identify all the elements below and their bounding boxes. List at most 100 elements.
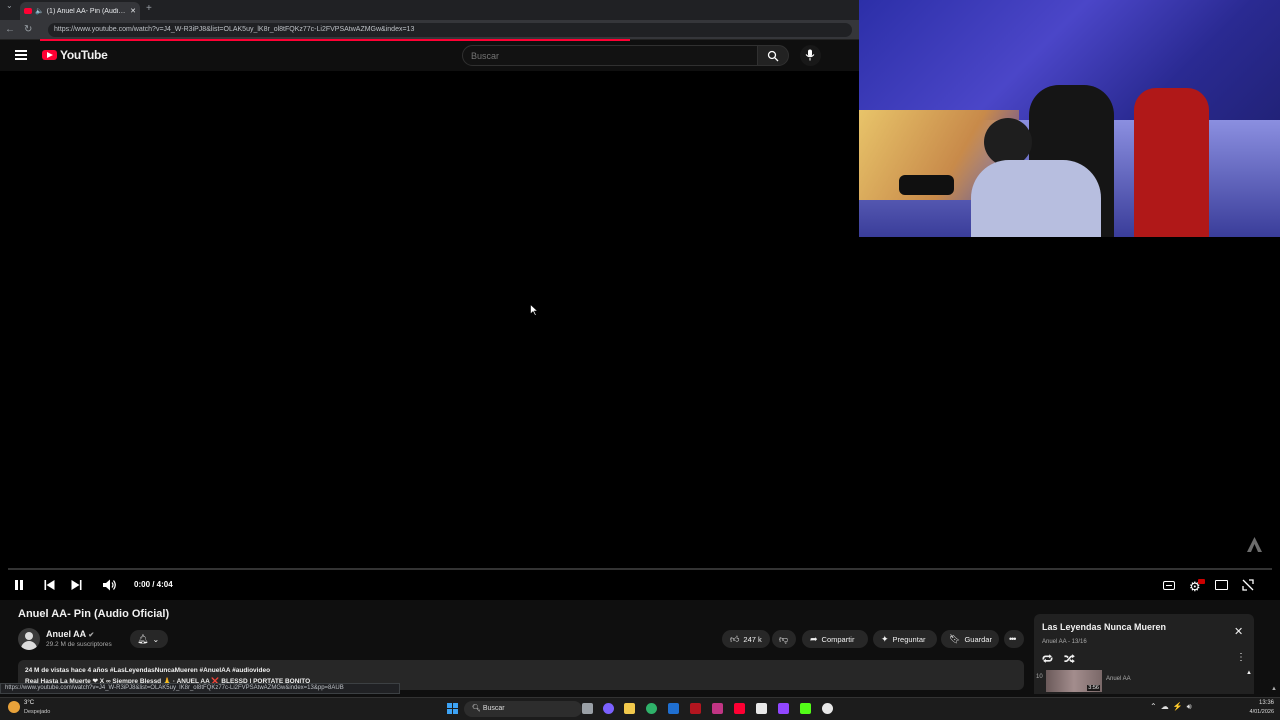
more-actions-button[interactable]: ••• — [1004, 630, 1024, 648]
system-tray-icons[interactable]: ⌃☁⚡🔊︎ — [1150, 702, 1196, 712]
youtube-favicon-icon — [24, 8, 32, 14]
webcam-microphone — [899, 175, 954, 195]
clock-date: 4/01/2026 — [1249, 709, 1274, 715]
description-stats: 24 M de vistas hace 4 años #LasLeyendasN… — [25, 667, 271, 674]
volume-icon[interactable] — [103, 579, 117, 591]
address-bar[interactable]: https://www.youtube.com/watch?v=J4_W-R3i… — [48, 23, 852, 37]
thumbs-down-icon: 👎︎ — [779, 633, 789, 644]
subscriber-count: 29.2 M de suscriptores — [46, 641, 112, 648]
previous-icon[interactable] — [44, 580, 55, 590]
youtube-app-icon[interactable] — [734, 703, 745, 714]
kick-icon[interactable] — [800, 703, 811, 714]
share-button[interactable]: ➦ Compartir — [802, 630, 868, 648]
taskbar-search-icon: 🔍︎ — [472, 705, 481, 712]
copilot-icon[interactable] — [603, 703, 614, 714]
weather-temperature[interactable]: 3°C — [24, 700, 34, 706]
page-scroll-up-icon[interactable]: ▲ — [1271, 686, 1277, 692]
next-icon[interactable] — [71, 580, 82, 590]
file-explorer-icon[interactable] — [624, 703, 635, 714]
close-tab-icon[interactable]: ✕ — [130, 7, 136, 15]
thumbs-up-icon: 👍︎ — [730, 633, 740, 644]
webcam-person-body — [971, 160, 1101, 237]
pause-icon[interactable] — [14, 580, 24, 590]
sparkle-icon: ✦ — [881, 633, 889, 644]
more-horizontal-icon: ••• — [1009, 634, 1017, 644]
chrome-icon[interactable] — [822, 703, 833, 714]
search-button[interactable] — [757, 45, 789, 66]
task-view-icon[interactable] — [582, 703, 593, 714]
new-tab-icon[interactable]: + — [146, 3, 152, 14]
loop-icon[interactable]: 🔁︎ — [1042, 651, 1053, 667]
link-status-bar: https://www.youtube.com/watch?v=J4_W-R3i… — [0, 683, 400, 694]
mouse-cursor-icon — [530, 304, 538, 316]
search-icon — [767, 50, 779, 62]
save-label: Guardar — [964, 634, 992, 644]
browser-tab-bar: ⌄ 🔈 (1) Anuel AA- Pin (Audio Ofic ✕ + — [0, 0, 860, 20]
windows-taskbar: 3°C Despejado 🔍︎ Buscar ⌃☁⚡🔊︎ 13:36 4/01… — [0, 697, 1280, 720]
microphone-icon — [805, 49, 815, 61]
webcam-person-head — [984, 118, 1032, 166]
scroll-up-icon[interactable]: ▲ — [1246, 670, 1252, 676]
bookmark-icon: 🔖︎ — [949, 633, 961, 644]
like-count: 247 k — [743, 634, 762, 644]
hd-badge — [1198, 579, 1205, 584]
taskbar-search-box[interactable]: 🔍︎ Buscar — [464, 701, 582, 717]
progress-bar[interactable] — [8, 568, 1272, 570]
voice-search-button[interactable] — [800, 45, 821, 66]
theater-mode-icon[interactable] — [1215, 580, 1228, 590]
clock-time[interactable]: 13:36 — [1244, 700, 1274, 706]
edge-browser-icon[interactable] — [646, 703, 657, 714]
weather-sun-icon[interactable] — [8, 701, 20, 713]
share-arrow-icon: ➦ — [810, 633, 818, 644]
ask-button[interactable]: ✦ Preguntar — [873, 630, 937, 648]
webcam-overlay — [859, 0, 1280, 237]
playlist-item-thumbnail[interactable]: 3:56 — [1046, 670, 1102, 692]
video-title: Anuel AA- Pin (Audio Oficial) — [18, 608, 170, 620]
close-playlist-icon[interactable]: ✕ — [1234, 625, 1243, 638]
chevron-down-icon: ⌄ — [152, 634, 160, 644]
subtitles-icon[interactable] — [1163, 581, 1175, 590]
instagram-icon[interactable] — [712, 703, 723, 714]
playlist-item-index: 10 — [1036, 674, 1043, 680]
save-button[interactable]: 🔖︎ Guardar — [941, 630, 999, 648]
channel-avatar[interactable] — [18, 628, 40, 650]
youtube-logo-text: YouTube — [60, 48, 108, 62]
settings-icon[interactable]: ⚙ — [1189, 579, 1205, 595]
like-button[interactable]: 👍︎ 247 k — [722, 630, 770, 648]
youtube-logo[interactable]: YouTube — [42, 48, 108, 62]
audio-playing-icon[interactable]: 🔈 — [35, 7, 44, 15]
verified-icon: ✔ — [88, 632, 95, 639]
shuffle-icon[interactable]: 🔀︎ — [1064, 651, 1075, 667]
time-display: 0:00 / 4:04 — [134, 580, 173, 589]
taskbar-search-label: Buscar — [482, 705, 505, 712]
youtube-play-logo-icon — [42, 50, 57, 60]
playlist-title[interactable]: Las Leyendas Nunca Mueren — [1042, 622, 1166, 632]
channel-name[interactable]: Anuel AA ✔ — [46, 629, 94, 639]
dislike-button[interactable]: 👎︎ — [772, 630, 796, 648]
amazon-icon[interactable] — [756, 703, 767, 714]
weather-description: Despejado — [24, 709, 51, 715]
channel-name-text: Anuel AA — [46, 629, 86, 639]
playlist-item-duration: 3:56 — [1087, 685, 1100, 691]
browser-toolbar: ← ↻ https://www.youtube.com/watch?v=J4_W… — [0, 20, 860, 40]
back-icon[interactable]: ← — [5, 20, 15, 40]
playlist-menu-icon[interactable]: ⋮ — [1236, 652, 1246, 663]
fullscreen-icon[interactable] — [1242, 579, 1254, 591]
browser-tab[interactable]: 🔈 (1) Anuel AA- Pin (Audio Ofic ✕ — [20, 2, 140, 20]
tab-list-chevron-icon[interactable]: ⌄ — [6, 0, 13, 16]
outlook-icon[interactable] — [668, 703, 679, 714]
start-windows-icon[interactable] — [447, 703, 458, 714]
notification-subscribe-button[interactable]: 🔔︎ ⌄ — [130, 630, 168, 648]
ask-label: Preguntar — [892, 634, 926, 644]
share-label: Compartir — [821, 634, 855, 644]
hamburger-menu-icon[interactable] — [15, 50, 27, 60]
twitch-icon[interactable] — [778, 703, 789, 714]
tab-title: (1) Anuel AA- Pin (Audio Ofic — [46, 7, 127, 15]
playlist-panel: Las Leyendas Nunca Mueren ✕ Anuel AA - 1… — [1034, 614, 1254, 694]
app-red-icon[interactable] — [690, 703, 701, 714]
channel-watermark-icon[interactable] — [1246, 536, 1263, 553]
playlist-meta: Anuel AA - 13/16 — [1042, 639, 1087, 645]
search-input[interactable] — [462, 45, 758, 66]
playlist-item-channel: Anuel AA — [1106, 676, 1131, 682]
reload-icon[interactable]: ↻ — [24, 20, 32, 40]
